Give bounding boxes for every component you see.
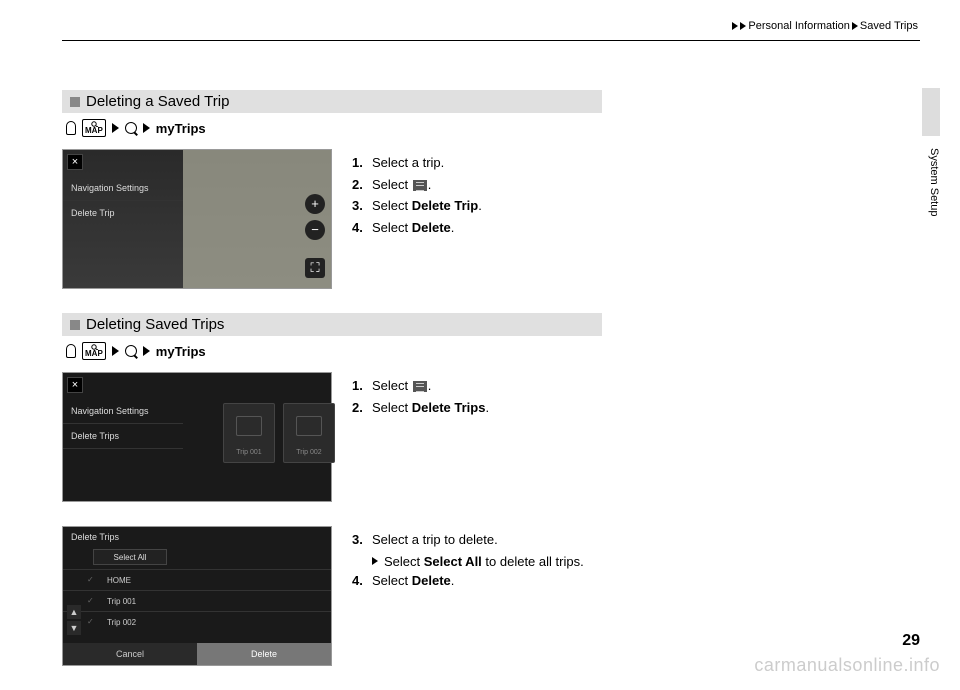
chevron-right-icon (112, 123, 119, 133)
list-item: ✓ Trip 002 (63, 611, 331, 632)
instructions: 3.Select a trip to delete. Select Select… (352, 526, 584, 666)
step-text: . (428, 378, 432, 393)
mytrips-label: myTrips (156, 344, 206, 359)
instructions: 1.Select a trip. 2.Select . 3.Select Del… (352, 149, 482, 289)
zoom-out-icon: − (305, 220, 325, 240)
step-text: Select (372, 177, 412, 192)
map-button-icon: MAP (82, 342, 106, 360)
dialog-title: Delete Trips (63, 527, 331, 547)
list-item-label: Trip 001 (107, 597, 136, 606)
step-text: Select (372, 220, 412, 235)
map-label: MAP (85, 350, 103, 358)
screenshot-delete-trip: × Navigation Settings Delete Trip + − ⛶ (62, 149, 332, 289)
breadcrumb-part: Saved Trips (860, 20, 918, 32)
trip-card: Trip 002 (283, 403, 335, 463)
cancel-button: Cancel (63, 643, 197, 665)
header-rule (62, 40, 920, 41)
step-text: Select (372, 378, 412, 393)
screenshot-delete-list: Delete Trips Select All ✓HOME ✓Trip 001 … (62, 526, 332, 666)
search-icon (125, 345, 137, 357)
trip-card-label: Trip 001 (236, 449, 261, 456)
menu-item: Delete Trips (63, 424, 183, 449)
section-title: Deleting Saved Trips (86, 316, 224, 333)
step-bold: Delete (412, 573, 451, 588)
step-text: . (451, 573, 455, 588)
chevron-right-icon (143, 123, 150, 133)
square-bullet-icon (70, 97, 80, 107)
step-text: Select a trip. (372, 153, 444, 173)
step-text: Select a trip to delete. (372, 530, 498, 550)
step-text: . (451, 220, 455, 235)
step-text: . (485, 400, 489, 415)
section-heading-deleting-saved-trips: Deleting Saved Trips (62, 313, 602, 336)
list-item: ✓ HOME (63, 569, 331, 590)
step-text: Select (384, 554, 424, 569)
trip-card: Trip 001 (223, 403, 275, 463)
step-bold: Delete Trips (412, 400, 486, 415)
step-text: to delete all trips. (482, 554, 584, 569)
search-icon (125, 122, 137, 134)
section-heading-deleting-a-saved-trip: Deleting a Saved Trip (62, 90, 602, 113)
step-bold: Delete Trip (412, 198, 478, 213)
check-icon: ✓ (87, 596, 97, 606)
check-icon: ✓ (87, 617, 97, 627)
nav-path: MAP myTrips (66, 342, 602, 360)
chevron-right-icon (852, 22, 858, 30)
step-text: . (428, 177, 432, 192)
map-label: MAP (85, 127, 103, 135)
step-text: Select (372, 400, 412, 415)
list-item-label: HOME (107, 576, 131, 585)
chevron-right-icon (740, 22, 746, 30)
check-icon: ✓ (87, 575, 97, 585)
map-button-icon: MAP (82, 119, 106, 137)
menu-item: Navigation Settings (63, 176, 183, 201)
chevron-right-icon (143, 346, 150, 356)
step-bold: Delete (412, 220, 451, 235)
list-item: ✓ Trip 001 (63, 590, 331, 611)
step-text: Select (372, 198, 412, 213)
page-number: 29 (902, 632, 920, 650)
menu-item: Navigation Settings (63, 399, 183, 424)
step-text: . (478, 198, 482, 213)
list-item-label: Trip 002 (107, 618, 136, 627)
chevron-up-icon: ▲ (67, 605, 81, 619)
touch-icon (66, 121, 76, 135)
zoom-in-icon: + (305, 194, 325, 214)
step-text: Select (372, 573, 412, 588)
select-all-button: Select All (93, 549, 167, 565)
chevron-right-icon (732, 22, 738, 30)
nav-path: MAP myTrips (66, 119, 602, 137)
watermark: carmanualsonline.info (754, 655, 940, 676)
chevron-down-icon: ▼ (67, 621, 81, 635)
breadcrumb: Personal Information Saved Trips (732, 20, 918, 32)
chevron-right-icon (372, 557, 378, 565)
menu-icon (413, 381, 427, 392)
chevron-right-icon (112, 346, 119, 356)
step-bold: Select All (424, 554, 482, 569)
breadcrumb-part: Personal Information (748, 20, 850, 32)
scroll-arrows: ▲ ▼ (67, 605, 81, 635)
side-tab-indicator (922, 88, 940, 136)
trip-card-label: Trip 002 (296, 449, 321, 456)
section-title: Deleting a Saved Trip (86, 93, 229, 110)
mytrips-label: myTrips (156, 121, 206, 136)
menu-icon (413, 180, 427, 191)
screenshot-trip-cards: × Navigation Settings Delete Trips Trip … (62, 372, 332, 502)
delete-button: Delete (197, 643, 331, 665)
square-bullet-icon (70, 320, 80, 330)
menu-item: Delete Trip (63, 201, 183, 226)
touch-icon (66, 344, 76, 358)
side-tab-label: System Setup (922, 140, 940, 216)
instructions: 1.Select . 2.Select Delete Trips. (352, 372, 489, 502)
expand-icon: ⛶ (305, 258, 325, 278)
